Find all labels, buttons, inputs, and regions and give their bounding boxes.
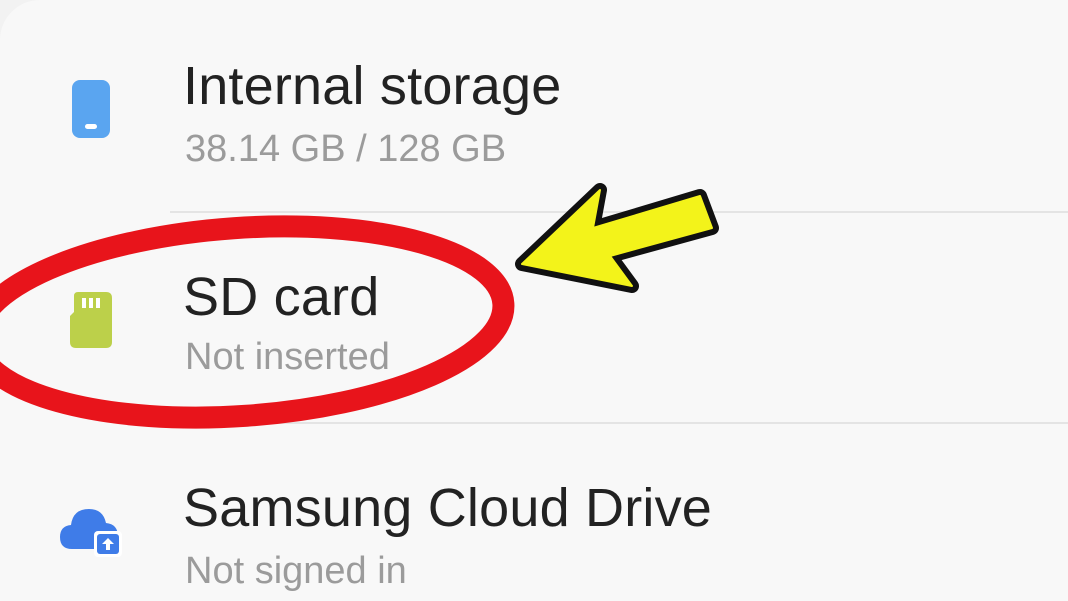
storage-item-sd-card[interactable]: SD card Not inserted xyxy=(0,212,1068,412)
storage-item-subtitle: Not signed in xyxy=(185,550,407,592)
storage-item-cloud-drive[interactable]: Samsung Cloud Drive Not signed in xyxy=(0,423,1068,601)
sd-card-icon xyxy=(58,286,124,352)
storage-item-subtitle: Not inserted xyxy=(185,336,390,378)
storage-item-subtitle: 38.14 GB / 128 GB xyxy=(185,128,507,170)
cloud-upload-icon xyxy=(58,497,124,563)
storage-item-title: Internal storage xyxy=(183,56,562,116)
storage-item-title: Samsung Cloud Drive xyxy=(183,478,713,538)
storage-screen: Internal storage 38.14 GB / 128 GB SD ca… xyxy=(0,0,1068,601)
storage-item-title: SD card xyxy=(183,267,380,327)
phone-icon xyxy=(58,76,124,142)
storage-list-card: Internal storage 38.14 GB / 128 GB SD ca… xyxy=(0,0,1068,601)
storage-item-internal[interactable]: Internal storage 38.14 GB / 128 GB xyxy=(0,0,1068,200)
